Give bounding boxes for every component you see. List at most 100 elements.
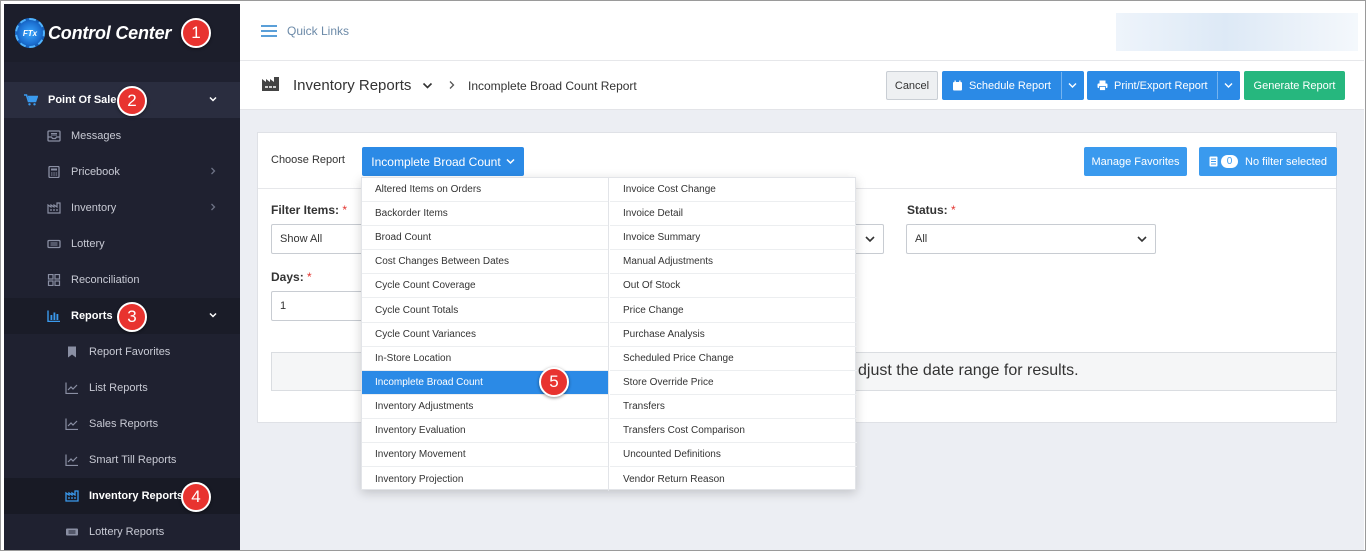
menu-item[interactable]: Cycle Count Variances bbox=[362, 323, 608, 347]
choose-report-label: Choose Report bbox=[271, 154, 345, 166]
warehouse-icon bbox=[65, 490, 79, 502]
menu-item[interactable]: Out Of Stock bbox=[610, 274, 857, 299]
chevron-right-icon bbox=[449, 81, 455, 89]
cancel-button[interactable]: Cancel bbox=[886, 71, 938, 100]
inbox-icon bbox=[47, 130, 61, 142]
sidebar-spacer bbox=[4, 62, 240, 82]
bar-chart-icon bbox=[47, 310, 61, 322]
sidebar-item-lottery[interactable]: Lottery bbox=[4, 226, 240, 262]
menu-item[interactable]: Inventory Movement bbox=[362, 443, 608, 468]
menu-item[interactable]: Backorder Items bbox=[362, 202, 608, 227]
choose-report-dropdown[interactable]: Incomplete Broad Count bbox=[362, 147, 524, 176]
breadcrumb: Incomplete Broad Count Report bbox=[468, 79, 637, 93]
sidebar-item-list-reports[interactable]: List Reports bbox=[4, 370, 240, 406]
sidebar-item-label: List Reports bbox=[89, 382, 148, 394]
dropdown-column-left: Altered Items on Orders Backorder Items … bbox=[362, 178, 609, 491]
menu-item-selected[interactable]: Incomplete Broad Count bbox=[362, 370, 608, 395]
menu-item[interactable]: Scheduled Price Change bbox=[610, 347, 857, 371]
menu-item[interactable]: Cycle Count Coverage bbox=[362, 274, 608, 299]
sidebar-item-label: Inventory Reports bbox=[89, 490, 184, 502]
page-title[interactable]: Inventory Reports bbox=[293, 77, 411, 94]
chevron-down-icon bbox=[1068, 83, 1077, 88]
status-label: Status: * bbox=[907, 203, 956, 217]
bookmark-icon bbox=[65, 346, 79, 358]
chevron-down-icon bbox=[1224, 83, 1233, 88]
menu-item[interactable]: Vendor Return Reason bbox=[610, 467, 857, 491]
filter-icon bbox=[1209, 156, 1218, 167]
menu-item[interactable]: Altered Items on Orders bbox=[362, 178, 608, 203]
ticket-icon bbox=[65, 526, 79, 538]
annotation-badge: 1 bbox=[181, 18, 211, 48]
menu-item[interactable]: Cost Changes Between Dates bbox=[362, 250, 608, 275]
menu-item[interactable]: Transfers bbox=[610, 395, 857, 419]
sidebar-item-label: Smart Till Reports bbox=[89, 454, 177, 466]
menu-item[interactable]: Uncounted Definitions bbox=[610, 443, 857, 468]
sidebar-item-inventory[interactable]: Inventory bbox=[4, 190, 240, 226]
filter-count-badge: 0 bbox=[1221, 155, 1239, 168]
chevron-down-icon bbox=[209, 96, 217, 102]
menu-item[interactable]: Transfers Cost Comparison bbox=[610, 419, 857, 444]
menu-item[interactable]: Invoice Cost Change bbox=[610, 178, 857, 203]
printer-icon bbox=[1097, 80, 1108, 91]
menu-item[interactable]: Broad Count bbox=[362, 226, 608, 251]
grid-icon bbox=[47, 274, 61, 286]
generate-report-button[interactable]: Generate Report bbox=[1244, 71, 1345, 100]
sidebar-item-label: Inventory bbox=[71, 202, 117, 214]
user-area[interactable] bbox=[1116, 13, 1358, 51]
sidebar-item-sales-reports[interactable]: Sales Reports bbox=[4, 406, 240, 442]
schedule-report-button[interactable]: Schedule Report bbox=[942, 71, 1084, 100]
sidebar-item-label: Report Favorites bbox=[89, 346, 171, 358]
sidebar-item-smart-till-reports[interactable]: Smart Till Reports bbox=[4, 442, 240, 478]
report-dropdown-menu: Altered Items on Orders Backorder Items … bbox=[361, 177, 857, 491]
menu-item[interactable]: Invoice Summary bbox=[610, 226, 857, 251]
sidebar-item-report-favorites[interactable]: Report Favorites bbox=[4, 334, 240, 370]
menu-item[interactable]: Manual Adjustments bbox=[610, 250, 857, 275]
schedule-report-label: Schedule Report bbox=[969, 79, 1051, 92]
chevron-down-icon bbox=[506, 158, 515, 165]
menu-item[interactable]: Price Change bbox=[610, 298, 857, 323]
dropdown-column-right: Invoice Cost Change Invoice Detail Invoi… bbox=[610, 178, 857, 491]
brand-name: Control Center bbox=[48, 22, 172, 43]
page-header: Inventory Reports Incomplete Broad Count… bbox=[240, 61, 1364, 110]
chevron-right-icon bbox=[211, 167, 216, 175]
print-export-label: Print/Export Report bbox=[1114, 79, 1208, 92]
schedule-report-toggle[interactable] bbox=[1061, 72, 1083, 99]
menu-item[interactable]: In-Store Location bbox=[362, 347, 608, 371]
status-select[interactable]: All bbox=[906, 224, 1156, 254]
menu-item[interactable]: Inventory Evaluation bbox=[362, 419, 608, 444]
print-export-button[interactable]: Print/Export Report bbox=[1087, 71, 1240, 100]
sidebar-item-label: Sales Reports bbox=[89, 418, 159, 430]
annotation-badge: 5 bbox=[539, 367, 569, 397]
top-bar: Quick Links bbox=[240, 4, 1364, 61]
status-value: All bbox=[915, 233, 928, 245]
menu-icon bbox=[261, 25, 277, 37]
quick-links[interactable]: Quick Links bbox=[261, 24, 349, 38]
print-export-toggle[interactable] bbox=[1217, 72, 1239, 99]
chevron-down-icon bbox=[1137, 236, 1147, 243]
menu-item[interactable]: Inventory Adjustments bbox=[362, 395, 608, 419]
menu-item[interactable]: Store Override Price bbox=[610, 371, 857, 395]
warehouse-icon bbox=[47, 202, 61, 214]
manage-favorites-button[interactable]: Manage Favorites bbox=[1084, 147, 1187, 176]
sidebar-item-pricebook[interactable]: Pricebook bbox=[4, 154, 240, 190]
calculator-icon bbox=[47, 166, 61, 178]
menu-item[interactable]: Cycle Count Totals bbox=[362, 298, 608, 323]
sidebar-item-label: Reconciliation bbox=[71, 274, 140, 286]
sidebar-item-label: Pricebook bbox=[71, 166, 120, 178]
calendar-icon bbox=[953, 80, 962, 91]
menu-item[interactable]: Inventory Projection bbox=[362, 467, 608, 491]
sidebar-item-label: Point Of Sale bbox=[48, 94, 117, 106]
ticket-icon bbox=[47, 238, 61, 250]
cart-icon bbox=[24, 94, 38, 106]
sidebar-item-lottery-reports[interactable]: Lottery Reports bbox=[4, 514, 240, 550]
filter-button[interactable]: 0 No filter selected bbox=[1199, 147, 1337, 176]
sidebar-item-messages[interactable]: Messages bbox=[4, 118, 240, 154]
days-value: 1 bbox=[280, 300, 287, 312]
menu-item[interactable]: Purchase Analysis bbox=[610, 323, 857, 347]
warehouse-icon bbox=[262, 77, 279, 91]
chevron-down-icon[interactable] bbox=[422, 81, 433, 90]
sidebar-item-reconciliation[interactable]: Reconciliation bbox=[4, 262, 240, 298]
days-label: Days: * bbox=[271, 270, 312, 284]
app-window: FTx Control Center Point Of Sale Message… bbox=[0, 0, 1366, 551]
menu-item[interactable]: Invoice Detail bbox=[610, 202, 857, 227]
